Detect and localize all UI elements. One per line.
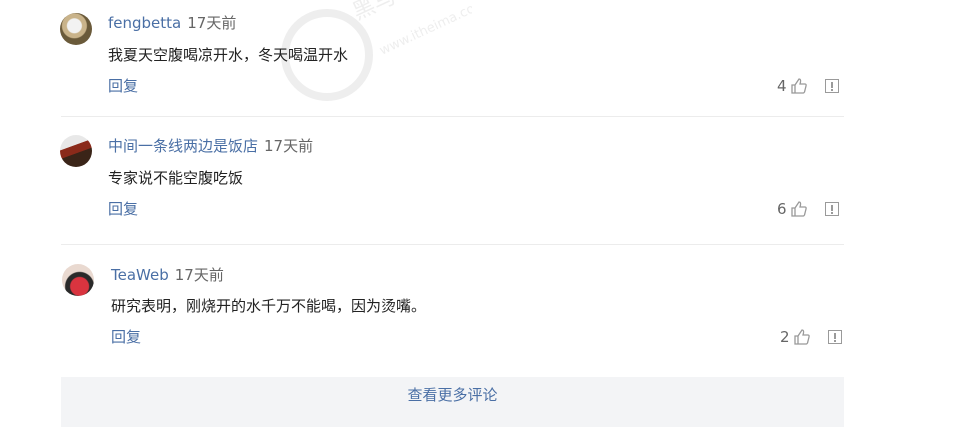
- view-more-label: 查看更多评论: [407, 386, 498, 404]
- reply-link[interactable]: 回复: [108, 199, 138, 219]
- comment-username[interactable]: 中间一条线两边是饭店: [108, 137, 258, 155]
- like-button[interactable]: 2: [780, 327, 811, 347]
- avatar[interactable]: [62, 264, 94, 296]
- report-button[interactable]: [828, 330, 842, 344]
- comment-text: 研究表明，刚烧开的水千万不能喝，因为烫嘴。: [111, 297, 427, 315]
- thumbs-up-icon: [790, 78, 807, 94]
- divider: [61, 244, 844, 245]
- thumbs-up-icon: [790, 201, 807, 217]
- avatar[interactable]: [60, 135, 92, 167]
- comment-text: 专家说不能空腹吃饭: [108, 169, 244, 187]
- thumbs-up-icon: [793, 329, 810, 345]
- reply-link[interactable]: 回复: [108, 76, 138, 96]
- comment-time: 17天前: [264, 137, 314, 155]
- like-count: 2: [780, 328, 790, 346]
- like-button[interactable]: 6: [777, 199, 808, 219]
- comment-username[interactable]: TeaWeb: [111, 266, 169, 284]
- like-button[interactable]: 4: [777, 76, 808, 96]
- divider: [61, 116, 844, 117]
- report-button[interactable]: [825, 79, 839, 93]
- like-count: 6: [777, 200, 787, 218]
- avatar[interactable]: [60, 13, 92, 45]
- comment-text: 我夏天空腹喝凉开水，冬天喝温开水: [108, 46, 349, 64]
- view-more-button[interactable]: 查看更多评论: [61, 377, 844, 427]
- report-button[interactable]: [825, 202, 839, 216]
- comment-username[interactable]: fengbetta: [108, 14, 181, 32]
- reply-link[interactable]: 回复: [111, 327, 141, 347]
- comment-time: 17天前: [174, 266, 224, 284]
- like-count: 4: [777, 77, 787, 95]
- comment-time: 17天前: [187, 14, 237, 32]
